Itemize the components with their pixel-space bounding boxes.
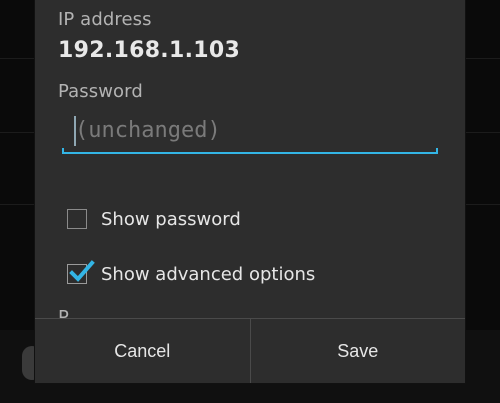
ip-address-label: IP address — [58, 9, 152, 30]
dialog-content: IP address 192.168.1.103 Password (uncha… — [35, 0, 465, 318]
ip-address-value: 192.168.1.103 — [58, 38, 241, 63]
show-password-checkbox[interactable] — [67, 209, 87, 229]
text-cursor — [74, 116, 76, 146]
password-placeholder: (unchanged) — [75, 118, 221, 143]
show-advanced-options-row[interactable]: Show advanced options — [67, 260, 316, 286]
password-field-underline — [62, 148, 438, 154]
wifi-edit-dialog: IP address 192.168.1.103 Password (uncha… — [35, 0, 465, 383]
clipped-next-label: P — [58, 309, 69, 318]
show-advanced-options-label: Show advanced options — [101, 263, 316, 285]
checkmark-icon — [69, 260, 95, 282]
password-label: Password — [58, 81, 143, 102]
password-field[interactable]: (unchanged) — [62, 110, 438, 154]
cancel-button[interactable]: Cancel — [35, 319, 250, 383]
save-button[interactable]: Save — [251, 319, 466, 383]
dialog-button-bar: Cancel Save — [35, 319, 465, 383]
show-password-row[interactable]: Show password — [67, 207, 241, 231]
show-advanced-options-checkbox[interactable] — [67, 260, 95, 284]
screen: IP address 192.168.1.103 Password (uncha… — [0, 0, 500, 403]
show-password-label: Show password — [101, 208, 241, 230]
